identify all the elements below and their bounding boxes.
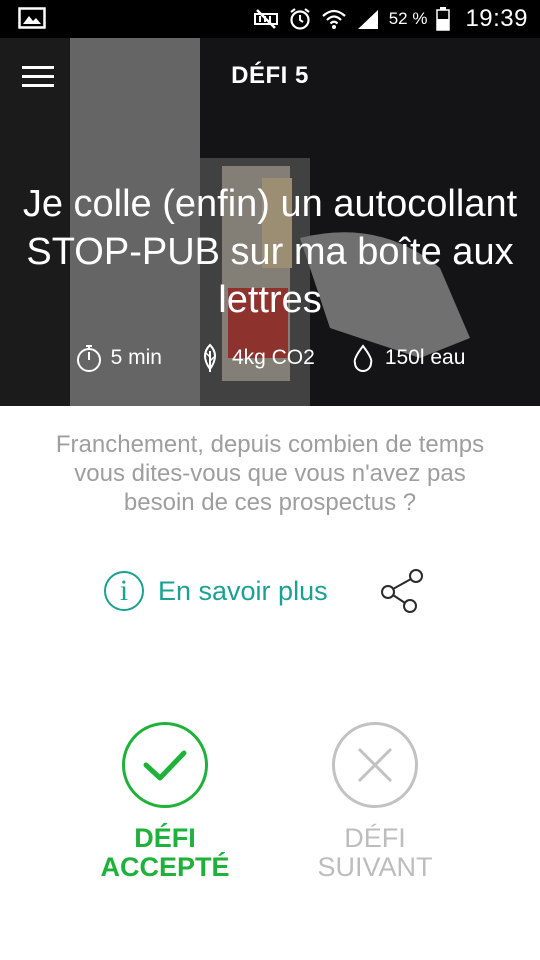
signal-icon [355,7,381,31]
next-label-line1: DÉFI [344,823,406,853]
stat-water: 150l eau [349,343,466,373]
stat-water-label: 150l eau [384,346,466,369]
wifi-icon [321,7,347,31]
challenge-headline: Je colle (enfin) un autocollant STOP-PUB… [22,183,518,321]
accept-label-line1: DÉFI [134,823,196,853]
checkmark-icon [122,722,208,808]
image-icon [18,7,46,29]
stat-time: 5 min [75,343,162,373]
page-title: DÉFI 5 [231,62,309,89]
learn-more-link[interactable]: i En savoir plus [104,566,328,616]
next-label-line2: SUIVANT [317,852,433,882]
status-bar: 52 % 19:39 [0,0,540,38]
mute-icon [253,7,279,31]
challenge-stats: 5 min 4kg CO2 150l eau [0,343,540,373]
battery-icon [435,7,451,31]
water-drop-icon [353,344,373,372]
close-icon [332,722,418,808]
share-icon[interactable] [378,568,426,614]
accept-label-line2: ACCEPTÉ [100,852,230,882]
stat-time-label: 5 min [110,346,162,369]
stat-co2: 4kg CO2 [196,343,315,373]
battery-percent: 52 % [388,9,428,28]
clock: 19:39 [465,5,528,32]
hero-banner: DÉFI 5 Je colle (enfin) un autocollant S… [0,38,540,406]
next-challenge-button[interactable]: DÉFI SUIVANT [285,722,465,882]
challenge-description: Franchement, depuis combien de temps vou… [55,431,485,516]
alarm-icon [287,7,313,31]
info-icon: i [104,571,144,611]
leaf-icon [203,343,216,372]
stopwatch-icon [76,345,101,372]
learn-more-label: En savoir plus [158,575,328,606]
stat-co2-label: 4kg CO2 [231,346,315,369]
accept-challenge-button[interactable]: DÉFI ACCEPTÉ [75,722,255,882]
